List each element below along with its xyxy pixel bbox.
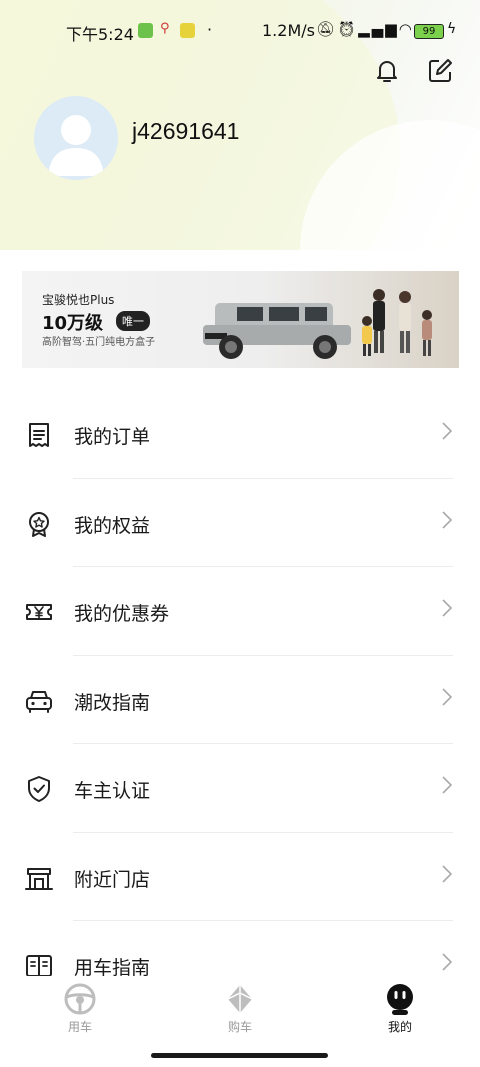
menu-item-label: 潮改指南 bbox=[74, 691, 151, 714]
more-dot-icon: · bbox=[207, 20, 213, 39]
chevron-right-icon bbox=[442, 599, 453, 617]
mute-icon: 🔕︎ bbox=[316, 20, 338, 38]
menu-item-coupons[interactable]: 我的优惠券 bbox=[0, 567, 480, 656]
tab-use-car[interactable]: 用车 bbox=[40, 982, 120, 1035]
chevron-right-icon bbox=[442, 422, 453, 440]
bell-icon[interactable] bbox=[372, 56, 402, 86]
app-notification-icon bbox=[180, 23, 195, 38]
menu-item-nearby-stores[interactable]: 附近门店 bbox=[0, 833, 480, 921]
balloon-icon: ⚲ bbox=[160, 21, 170, 36]
menu-item-label: 我的优惠券 bbox=[74, 603, 170, 625]
diamond-logo-icon bbox=[227, 985, 253, 1013]
menu-item-label: 我的权益 bbox=[74, 514, 151, 537]
tab-mine[interactable]: 我的 bbox=[360, 982, 440, 1035]
menu-item-label: 我的订单 bbox=[74, 426, 151, 448]
menu-item-orders[interactable]: 我的订单 bbox=[0, 390, 480, 479]
status-icons: 🔕︎⏰︎▂▄▆◠ bbox=[316, 20, 414, 38]
menu-list: 我的订单 我的权益 我的优惠券 潮改指南 车主认证 附近门店 用车指南 bbox=[0, 390, 480, 1010]
chevron-right-icon bbox=[442, 953, 453, 971]
default-avatar-icon bbox=[48, 115, 104, 176]
tab-label: 我的 bbox=[387, 1020, 412, 1034]
signal-icon: ▂▄▆ bbox=[358, 20, 399, 38]
username[interactable]: j42691641 bbox=[132, 118, 239, 145]
home-indicator[interactable] bbox=[151, 1053, 328, 1058]
tab-label: 购车 bbox=[227, 1020, 252, 1034]
steering-wheel-icon bbox=[64, 983, 96, 1015]
store-icon bbox=[25, 867, 53, 890]
edit-icon[interactable] bbox=[425, 56, 455, 86]
menu-item-benefits[interactable]: 我的权益 bbox=[0, 479, 480, 567]
tab-buy-car[interactable]: 购车 bbox=[200, 982, 280, 1035]
status-bar: 下午5:24 ⚲ · 1.2M/s 🔕︎⏰︎▂▄▆◠ 99 ϟ bbox=[0, 18, 480, 44]
badge-star-icon bbox=[29, 511, 49, 537]
banner-tag: 唯一 bbox=[116, 311, 150, 331]
alarm-icon: ⏰︎ bbox=[337, 20, 359, 38]
banner-price: 10万级 bbox=[42, 313, 104, 334]
car-image bbox=[203, 303, 351, 359]
banner-brand: 宝骏悦也Plus bbox=[42, 293, 115, 307]
shield-check-icon bbox=[28, 776, 50, 802]
charging-icon: ϟ bbox=[447, 21, 457, 37]
battery-icon: 99 bbox=[414, 24, 444, 39]
chevron-right-icon bbox=[442, 776, 453, 794]
coupon-yen-icon bbox=[26, 604, 52, 620]
menu-item-owner-verification[interactable]: 车主认证 bbox=[0, 744, 480, 833]
menu-item-mod-guide[interactable]: 潮改指南 bbox=[0, 656, 480, 744]
wifi-icon: ◠ bbox=[398, 20, 414, 38]
avatar[interactable] bbox=[34, 96, 118, 180]
robot-face-icon bbox=[387, 984, 413, 1015]
receipt-icon bbox=[29, 423, 49, 447]
network-speed: 1.2M/s bbox=[262, 21, 315, 40]
chevron-right-icon bbox=[442, 687, 453, 706]
tab-label: 用车 bbox=[67, 1020, 92, 1034]
status-time: 下午5:24 bbox=[66, 25, 134, 44]
menu-item-label: 附近门店 bbox=[74, 868, 151, 891]
app-notification-icon bbox=[138, 23, 153, 38]
menu-item-label: 车主认证 bbox=[74, 780, 151, 802]
chevron-right-icon bbox=[442, 864, 453, 883]
banner-subtitle: 高阶智驾·五门纯电方盒子 bbox=[42, 337, 156, 348]
car-front-icon bbox=[26, 690, 52, 713]
chevron-right-icon bbox=[442, 510, 453, 529]
promo-banner[interactable]: 宝骏悦也Plus 10万级 唯一 高阶智驾·五门纯电方盒子 bbox=[22, 271, 459, 368]
family-image bbox=[362, 289, 432, 356]
